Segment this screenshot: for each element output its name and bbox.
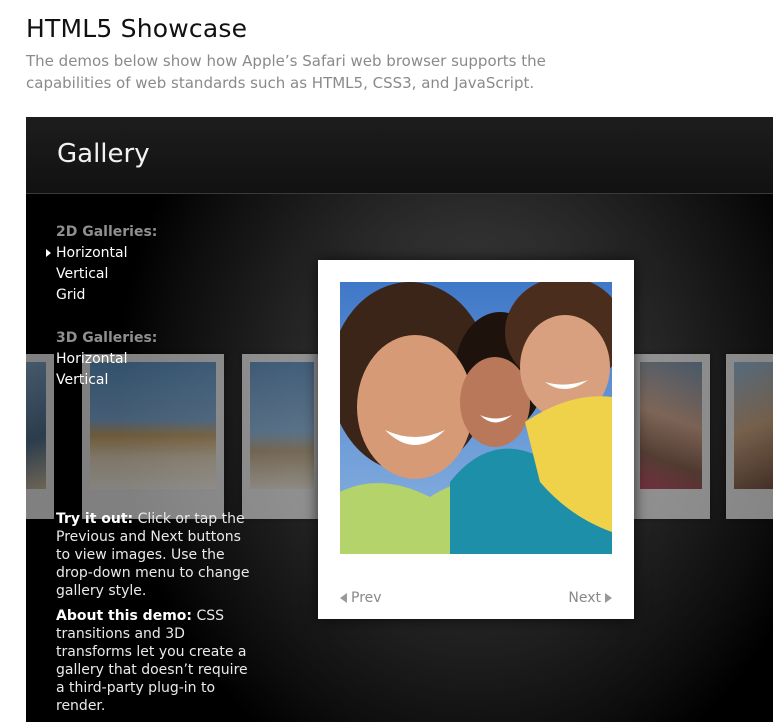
page-subtitle: The demos below show how Apple’s Safari …: [26, 50, 626, 94]
current-photo-frame: Prev Next: [318, 260, 634, 619]
thumbnail-image: [26, 362, 46, 489]
current-photo: [340, 282, 612, 554]
nav-item-2d-grid[interactable]: Grid: [56, 285, 157, 306]
nav-item-2d-vertical[interactable]: Vertical: [56, 264, 157, 285]
thumbnail-image: [250, 362, 314, 489]
subtitle-line-2: capabilities of web standards such as HT…: [26, 74, 535, 92]
demo-description: Try it out: Click or tap the Previous an…: [56, 510, 256, 722]
page-title: HTML5 Showcase: [26, 14, 248, 43]
try-it-out-paragraph: Try it out: Click or tap the Previous an…: [56, 510, 256, 600]
nav-heading-3d: 3D Galleries:: [56, 330, 158, 346]
demo-header: Gallery: [26, 117, 773, 194]
next-button[interactable]: Next: [568, 590, 612, 606]
subtitle-line-1: The demos below show how Apple’s Safari …: [26, 52, 546, 70]
nav-item-3d-horizontal[interactable]: Horizontal: [56, 349, 157, 370]
triangle-left-icon: [340, 593, 347, 603]
gallery-thumbnail[interactable]: [632, 354, 710, 519]
gallery-style-nav: 2D Galleries: Horizontal Vertical Grid 3…: [45, 222, 158, 391]
photo-image: [340, 282, 612, 554]
nav-item-3d-vertical[interactable]: Vertical: [56, 370, 157, 391]
nav-item-2d-horizontal[interactable]: Horizontal: [45, 243, 157, 264]
try-it-out-label: Try it out:: [56, 511, 134, 527]
gallery-thumbnail[interactable]: [726, 354, 773, 519]
gallery-thumbnail[interactable]: [242, 354, 322, 519]
gallery-demo: Gallery 2D Galleries: Horizontal Vertica…: [26, 117, 773, 722]
gallery-thumbnail[interactable]: [26, 354, 54, 519]
nav-heading-2d: 2D Galleries:: [56, 224, 158, 240]
about-demo-paragraph: About this demo: CSS transitions and 3D …: [56, 607, 256, 715]
thumbnail-image: [734, 362, 773, 489]
demo-title: Gallery: [57, 139, 150, 169]
next-label: Next: [568, 590, 601, 606]
about-demo-label: About this demo:: [56, 608, 192, 624]
prev-button[interactable]: Prev: [340, 590, 382, 606]
prev-label: Prev: [351, 590, 382, 606]
thumbnail-image: [640, 362, 702, 489]
gallery-stage: 2D Galleries: Horizontal Vertical Grid 3…: [26, 194, 773, 722]
triangle-right-icon: [605, 593, 612, 603]
